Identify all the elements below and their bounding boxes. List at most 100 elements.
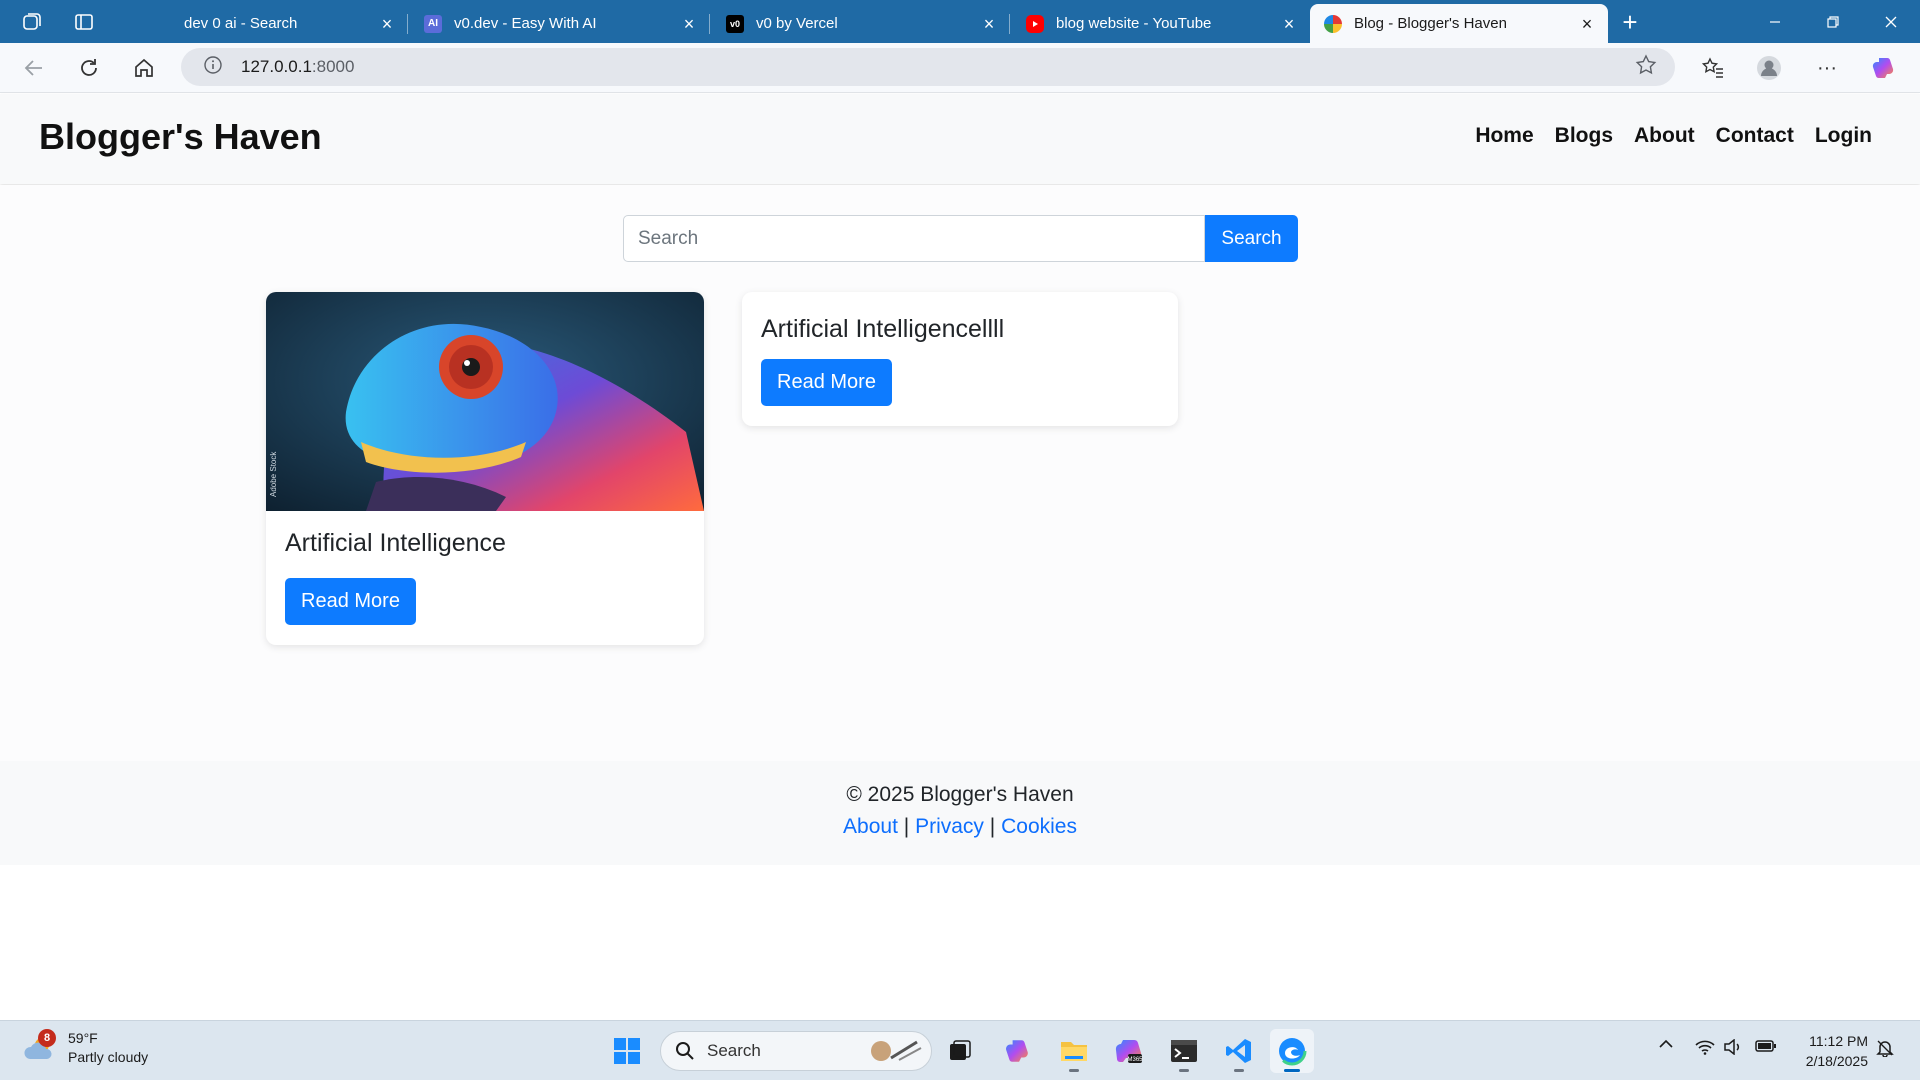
running-indicator: [1179, 1069, 1189, 1072]
edge-browser-button[interactable]: [1270, 1029, 1314, 1073]
v0-logo-icon: v0: [726, 14, 744, 33]
battery-icon[interactable]: [1754, 1039, 1778, 1053]
blog-card: Adobe Stock Artificial Intelligence Read…: [266, 292, 704, 645]
globe-color-icon: [1324, 14, 1342, 33]
clock-date: 2/18/2025: [1805, 1053, 1868, 1069]
close-tab-icon[interactable]: ×: [1280, 15, 1298, 33]
site-header: Blogger's Haven Home Blogs About Contact…: [0, 94, 1920, 184]
copilot-icon[interactable]: [1868, 52, 1900, 84]
back-arrow-icon[interactable]: [18, 52, 50, 84]
refresh-icon[interactable]: [73, 52, 105, 84]
folder-icon: [1061, 1042, 1087, 1061]
url-host: 127.0.0.1: [241, 57, 312, 76]
running-indicator: [1069, 1069, 1079, 1072]
footer-link-cookies[interactable]: Cookies: [1001, 815, 1077, 838]
edge-icon: [1277, 1036, 1307, 1066]
tab-title: Blog - Blogger's Haven: [1354, 15, 1507, 32]
m365-icon: M365: [1115, 1039, 1143, 1063]
blog-search-input[interactable]: [623, 215, 1205, 262]
read-more-button[interactable]: Read More: [285, 578, 416, 625]
show-hidden-icons-icon[interactable]: [1656, 1039, 1676, 1049]
footer-separator: |: [903, 815, 910, 838]
ai-favicon-icon: AI: [424, 14, 442, 33]
system-clock[interactable]: 11:12 PM 2/18/2025: [1790, 1031, 1868, 1071]
home-icon[interactable]: [128, 52, 160, 84]
address-bar[interactable]: 127.0.0.1:8000: [181, 48, 1675, 86]
weather-condition: Partly cloudy: [68, 1049, 149, 1065]
vertical-tabs-icon[interactable]: [70, 8, 98, 36]
running-indicator: [1234, 1069, 1244, 1072]
blog-search-form: Search: [623, 215, 1298, 262]
read-more-button[interactable]: Read More: [761, 359, 892, 406]
blog-card: Artificial Intelligencellll Read More: [742, 292, 1178, 426]
bing-search-icon: [154, 15, 172, 33]
microsoft-365-button[interactable]: M365: [1107, 1029, 1151, 1073]
windows-taskbar: 8 59°F Partly cloudy Search M365 11:12 P…: [0, 1020, 1920, 1080]
favorites-icon[interactable]: [1697, 52, 1729, 84]
copilot-app-button[interactable]: [996, 1029, 1040, 1073]
nav-home[interactable]: Home: [1475, 124, 1533, 148]
tab-blog-bloggers-haven[interactable]: Blog - Blogger's Haven ×: [1310, 4, 1608, 43]
tab-blog-website-youtube[interactable]: blog website - YouTube ×: [1012, 4, 1310, 43]
search-highlight-icon: [871, 1040, 922, 1061]
profile-avatar-icon[interactable]: [1753, 52, 1785, 84]
url-port: :8000: [311, 57, 355, 76]
weather-temp: 59°F: [68, 1030, 98, 1046]
restore-icon[interactable]: [1804, 0, 1862, 43]
blog-list-page: Search Adobe Stock Artificial Intelligen…: [0, 185, 1920, 761]
footer-link-privacy[interactable]: Privacy: [915, 815, 984, 838]
active-indicator: [1284, 1069, 1300, 1072]
tab-title: blog website - YouTube: [1056, 15, 1212, 32]
nav-about[interactable]: About: [1634, 124, 1695, 148]
windows-logo-icon: [614, 1038, 640, 1064]
close-tab-icon[interactable]: ×: [680, 15, 698, 33]
minimize-icon[interactable]: [1746, 0, 1804, 43]
close-window-icon[interactable]: [1862, 0, 1920, 43]
browser-tab-strip: dev 0 ai - Search × AI v0.dev - Easy Wit…: [0, 0, 1920, 43]
blog-card-title: Artificial Intelligencellll: [761, 315, 1005, 343]
task-view-button[interactable]: [938, 1029, 982, 1073]
favorite-star-icon[interactable]: [1635, 53, 1657, 81]
weather-widget[interactable]: 8 59°F Partly cloudy: [22, 1029, 148, 1067]
close-tab-icon[interactable]: ×: [980, 15, 998, 33]
weather-alert-badge: 8: [38, 1029, 56, 1047]
site-info-icon[interactable]: [203, 55, 223, 80]
close-tab-icon[interactable]: ×: [1578, 15, 1596, 33]
start-button[interactable]: [605, 1029, 649, 1073]
youtube-icon: [1026, 14, 1044, 33]
main-nav: Home Blogs About Contact Login: [1475, 124, 1872, 148]
close-tab-icon[interactable]: ×: [378, 15, 396, 33]
blog-card-title: Artificial Intelligence: [285, 529, 506, 557]
tab-dev-0-ai-search[interactable]: dev 0 ai - Search ×: [140, 4, 408, 43]
footer-links: About | Privacy | Cookies: [0, 815, 1920, 839]
blog-search-button[interactable]: Search: [1205, 215, 1298, 262]
volume-icon[interactable]: [1722, 1039, 1744, 1055]
url-text: 127.0.0.1:8000: [241, 57, 354, 77]
site-footer: © 2025 Blogger's Haven About | Privacy |…: [0, 761, 1920, 865]
footer-copyright: © 2025 Blogger's Haven: [846, 783, 1074, 806]
wifi-icon[interactable]: [1694, 1039, 1716, 1055]
nav-contact[interactable]: Contact: [1716, 124, 1794, 148]
terminal-button[interactable]: [1162, 1029, 1206, 1073]
nav-login[interactable]: Login: [1815, 124, 1872, 148]
browser-toolbar: 127.0.0.1:8000 ···: [0, 43, 1920, 93]
tab-v0-dev-easy-with-ai[interactable]: AI v0.dev - Easy With AI ×: [410, 4, 710, 43]
search-icon: [676, 1042, 694, 1060]
taskbar-search-placeholder: Search: [707, 1041, 761, 1060]
tab-title: v0 by Vercel: [756, 15, 838, 32]
more-menu-icon[interactable]: ···: [1811, 52, 1843, 84]
terminal-icon: [1171, 1040, 1197, 1062]
tab-v0-by-vercel[interactable]: v0 v0 by Vercel ×: [712, 4, 1010, 43]
site-brand[interactable]: Blogger's Haven: [39, 116, 322, 158]
taskbar-search-box[interactable]: Search: [660, 1031, 932, 1071]
tab-title: v0.dev - Easy With AI: [454, 15, 597, 32]
notifications-bell-icon[interactable]: [1874, 1039, 1896, 1057]
vscode-button[interactable]: [1217, 1029, 1261, 1073]
footer-link-about[interactable]: About: [843, 815, 898, 838]
workspaces-icon[interactable]: [18, 8, 46, 36]
svg-text:Adobe Stock: Adobe Stock: [269, 451, 278, 497]
new-tab-icon[interactable]: +: [1616, 7, 1644, 37]
vscode-icon: [1226, 1039, 1251, 1063]
nav-blogs[interactable]: Blogs: [1555, 124, 1613, 148]
file-explorer-button[interactable]: [1052, 1029, 1096, 1073]
